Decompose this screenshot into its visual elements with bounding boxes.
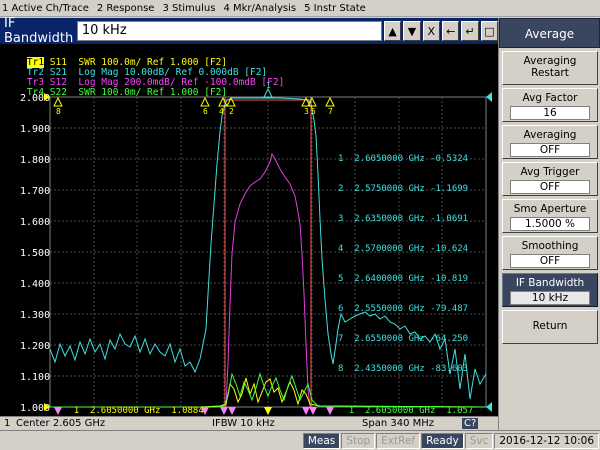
instrument-status-bar: Meas Stop ExtRef Ready Svc 2016-12-12 10… [0,430,600,450]
menu-instr-state[interactable]: 5 Instr State [304,3,366,14]
menu-stimulus[interactable]: 3 Stimulus [162,3,215,14]
softkey-smoothing[interactable]: Smoothing OFF [502,236,598,270]
ref-marker-right [486,92,492,102]
entry-label: IF Bandwidth [4,16,74,46]
marker-6-label: 6 [203,107,208,116]
marker-1-tri [263,87,273,98]
bottom-marker-f [309,407,317,415]
softkey-return[interactable]: Return [502,310,598,344]
y-label-7: 1.300 [20,310,50,321]
y-label-1: 1.900 [20,124,50,135]
menu-response[interactable]: 2 Response [97,3,155,14]
marker-row-4: 4 2.5700000 GHz -10.624 [338,244,469,254]
softkey-if-bandwidth[interactable]: IF Bandwidth 10 kHz [502,273,598,307]
marker-row-8: 8 2.4350000 GHz -83.603 [338,364,469,374]
y-label-5: 1.500 [20,248,50,259]
y-label-3: 1.700 [20,186,50,197]
marker-7-label: 7 [328,107,333,116]
y-axis-labels: 2.000 1.900 1.800 1.700 1.600 1.500 1.40… [20,93,50,414]
status-stop: Stop [341,432,376,449]
bottom-marker-d [264,407,272,415]
menu-mkr-analysis[interactable]: 4 Mkr/Analysis [223,3,296,14]
marker-6-tri [200,96,210,107]
marker-2-label: 2 [229,107,234,116]
status-extref: ExtRef [376,432,421,449]
entry-enter-button[interactable]: ↵ [461,21,479,41]
status-meas: Meas [302,432,341,449]
status-svc: Svc [464,432,494,449]
status-datetime: 2016-12-12 10:06 [494,432,599,449]
softkey-averaging-restart[interactable]: Averaging Restart [502,51,598,85]
marker-row-6: 6 2.5550000 GHz -79.487 [338,304,469,314]
marker-3-label: 3 [304,107,309,116]
marker-row-2: 2 2.5750000 GHz -1.1699 [338,184,469,194]
span-status[interactable]: Span 340 MHz [362,418,462,429]
channel-number: 1 [4,418,11,429]
channel-status-bar: 1 Center 2.605 GHz IFBW 10 kHz Span 340 … [0,416,498,430]
entry-down-button[interactable]: ▼ [403,21,421,41]
marker-row-7: 7 2.6550000 GHz -64.250 [338,334,469,344]
avg-trigger-value: OFF [510,180,590,194]
entry-bar: IF Bandwidth 10 kHz ▲ ▼ X ← ↵ □ [0,16,499,46]
marker-5-label: 5 [311,107,316,116]
avg-factor-value: 16 [510,106,590,120]
averaging-value: OFF [510,143,590,157]
softkey-panel: Average Averaging Restart Avg Factor 16 … [498,18,600,430]
y-label-6: 1.400 [20,279,50,290]
measurement-display[interactable]: Tr1 S11 SWR 100.0m/ Ref 1.000 [F2] Tr2 S… [0,44,498,416]
bottom-marker-e [302,407,310,415]
status-ready: Ready [421,432,464,449]
bottom-marker-c [228,407,236,415]
smo-aperture-value: 1.5000 % [510,217,590,231]
menu-active-ch-trace[interactable]: 1 Active Ch/Trace [2,3,89,14]
ref-marker-right-bottom [486,402,492,412]
softkey-avg-trigger[interactable]: Avg Trigger OFF [502,162,598,196]
marker-4-label: 4 [219,107,224,116]
marker-7-tri [325,96,335,107]
softkey-avg-factor[interactable]: Avg Factor 16 [502,88,598,122]
c-badge: C? [462,418,479,429]
menu-bar: 1 Active Ch/Trace 2 Response 3 Stimulus … [0,0,600,17]
softkey-averaging[interactable]: Averaging OFF [502,125,598,159]
softkey-header: Average [499,18,600,48]
ifbw-status[interactable]: IFBW 10 kHz [212,418,362,429]
marker-row-3: 3 2.6350000 GHz -1.0691 [338,214,469,224]
marker-row-5: 5 2.6400000 GHz -10.819 [338,274,469,284]
y-label-9: 1.100 [20,372,50,383]
y-label-2: 1.800 [20,155,50,166]
center-frequency[interactable]: Center 2.605 GHz [12,418,212,429]
marker-8-label: 8 [56,107,61,116]
entry-close-button[interactable]: X [422,21,440,41]
bottom-marker-b [220,407,228,415]
marker-1-label: 1 [266,81,271,90]
if-bandwidth-value: 10 kHz [510,291,590,305]
marker-8-tri [53,96,63,107]
marker-table: 1 2.6050000 GHz -0.5324 2 2.5750000 GHz … [338,134,468,394]
smoothing-value: OFF [510,254,590,268]
entry-clear-button[interactable]: □ [480,21,499,41]
y-label-4: 1.600 [20,217,50,228]
marker-row-1: 1 2.6050000 GHz -0.5324 [338,154,469,164]
y-label-8: 1.200 [20,341,50,352]
entry-value-field[interactable]: 10 kHz [76,21,382,41]
softkey-smo-aperture[interactable]: Smo Aperture 1.5000 % [502,199,598,233]
entry-up-button[interactable]: ▲ [383,21,402,41]
entry-back-button[interactable]: ← [442,21,460,41]
